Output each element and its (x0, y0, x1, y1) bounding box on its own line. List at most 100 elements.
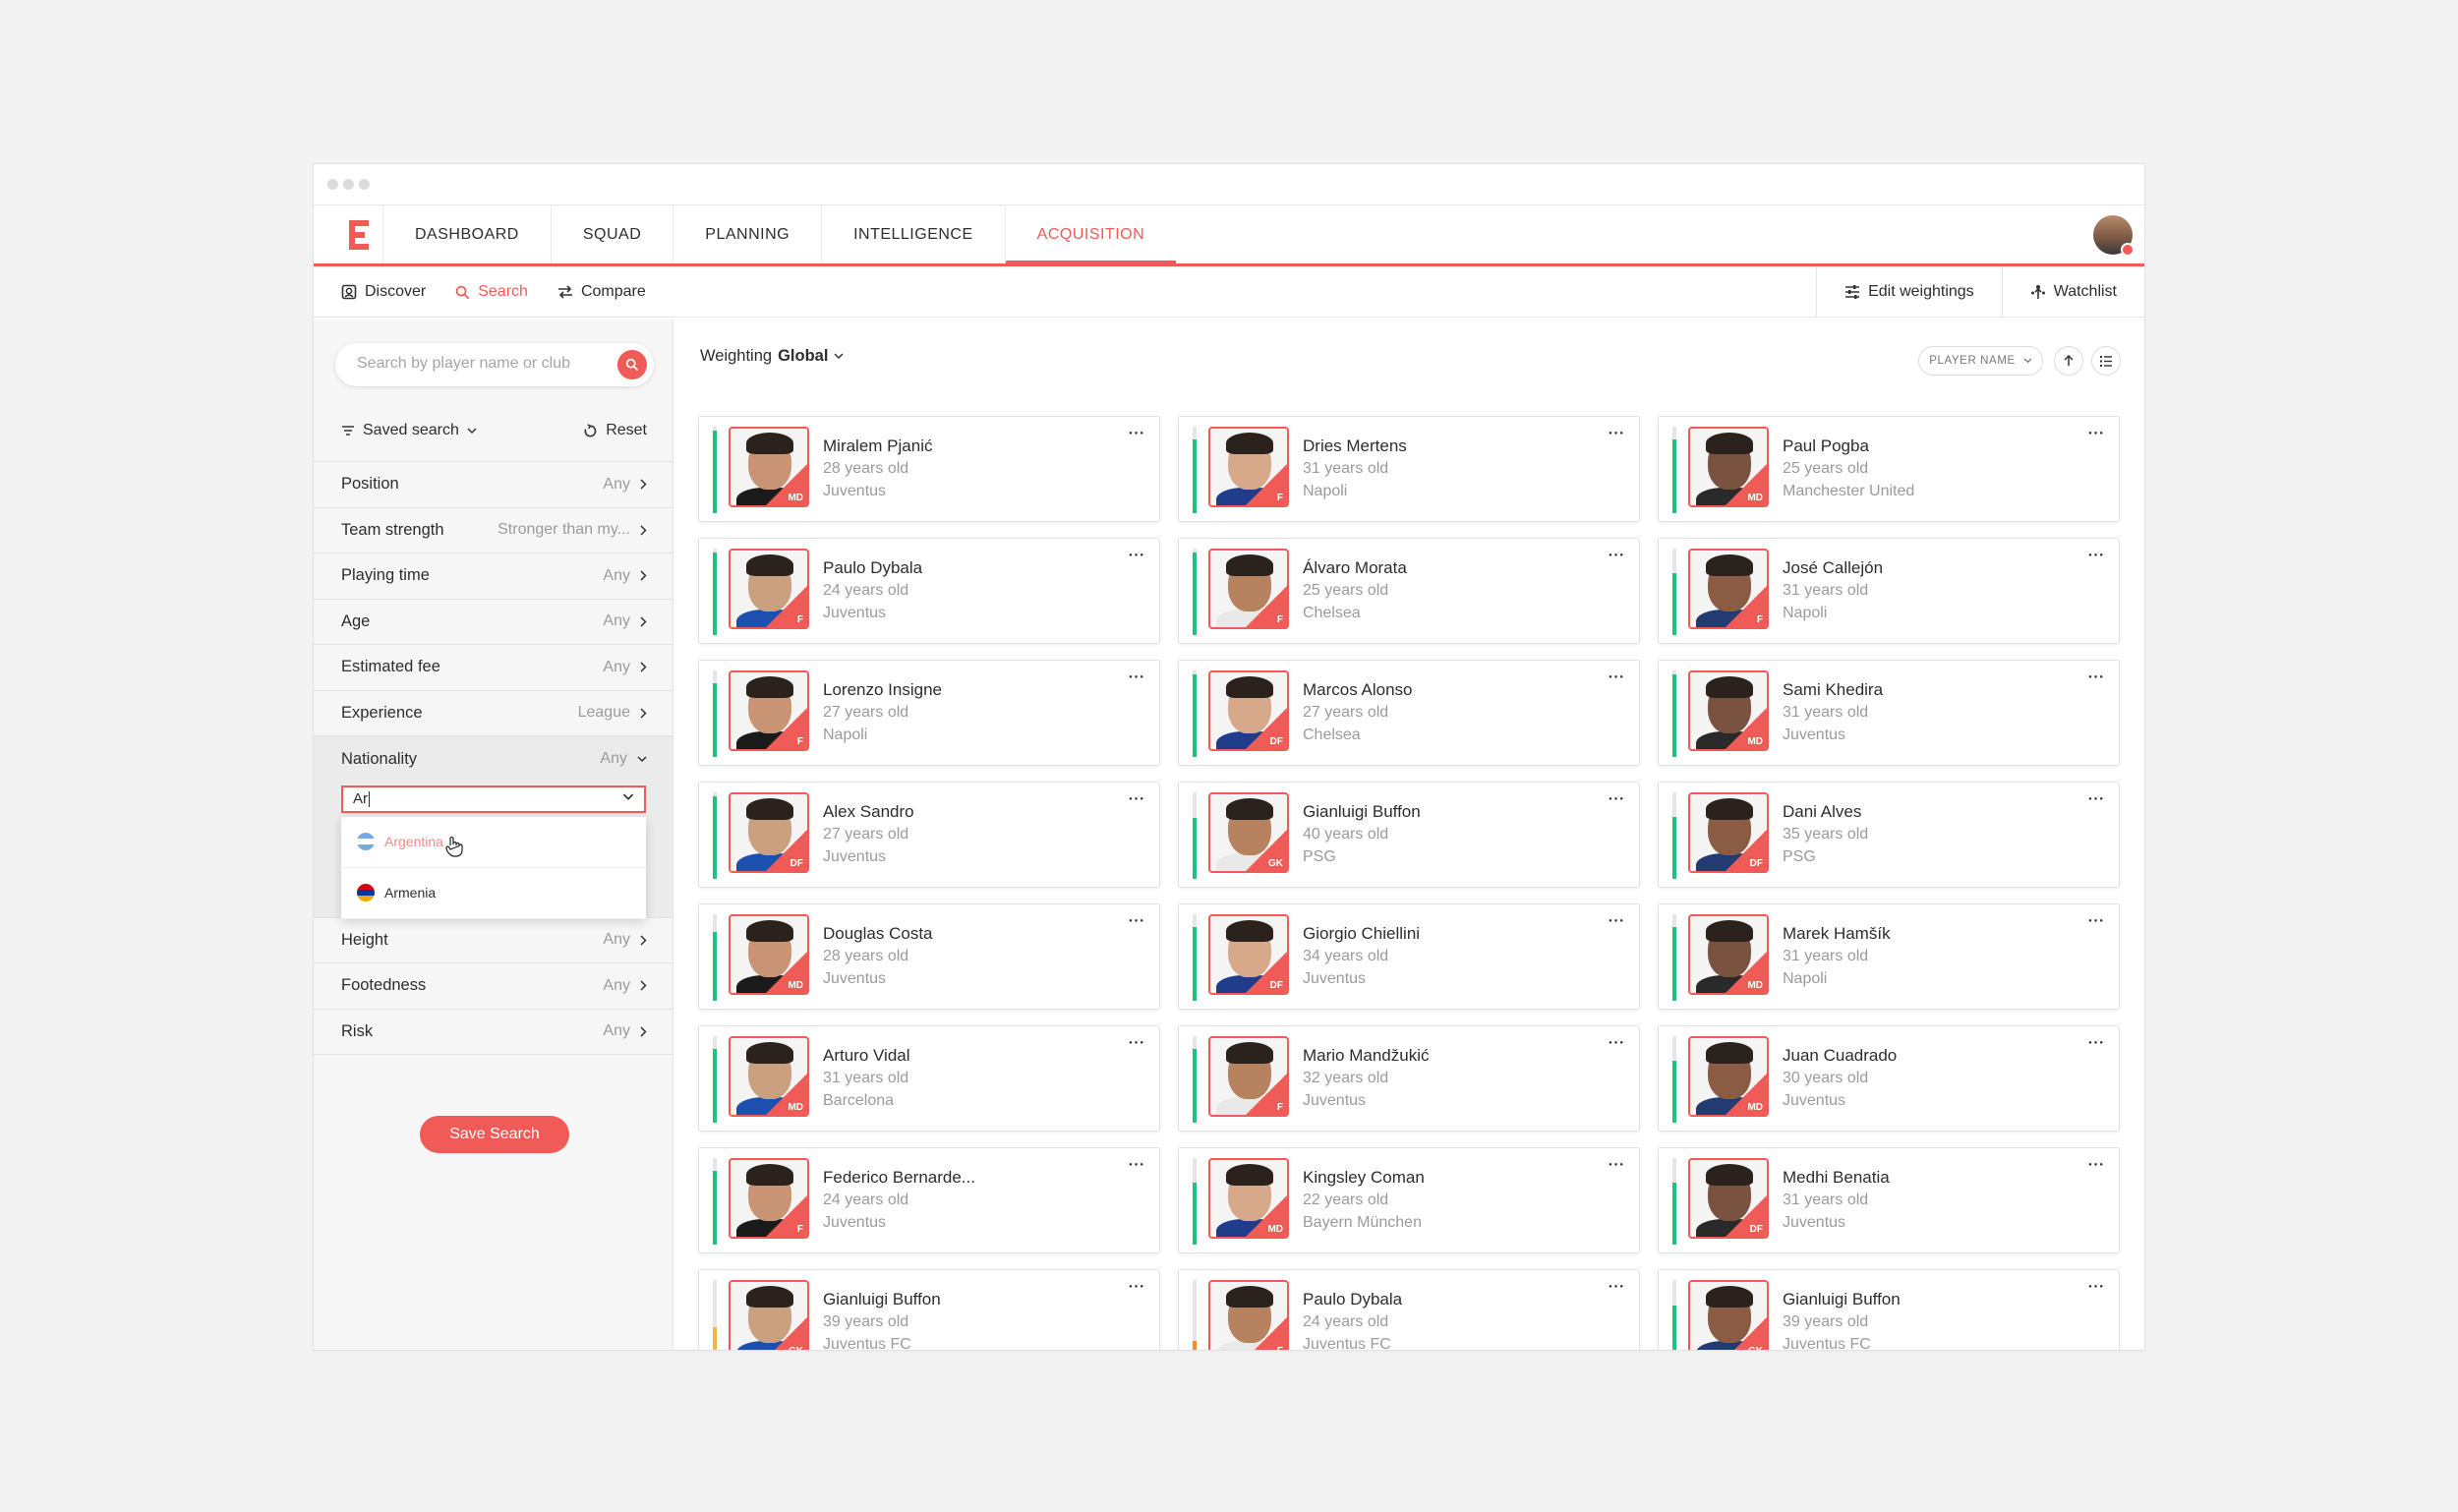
filter-nationality[interactable]: Nationality Any (314, 736, 673, 783)
more-options-icon[interactable]: ●●● (2088, 796, 2105, 802)
player-card[interactable]: MD Douglas Costa 28 years old Juventus ●●● (698, 903, 1160, 1010)
compare-link[interactable]: Compare (557, 283, 646, 301)
player-club: Manchester United (1783, 483, 1915, 499)
player-card[interactable]: F Álvaro Morata 25 years old Chelsea ●●● (1178, 538, 1640, 644)
filter-position[interactable]: Position Any (314, 462, 673, 508)
player-search-input[interactable] (357, 355, 593, 373)
more-options-icon[interactable]: ●●● (1129, 431, 1145, 436)
player-photo: GK (1688, 1280, 1769, 1350)
filter-sidebar: Saved search Reset Position Any Team stren… (314, 320, 673, 1350)
discover-label: Discover (365, 283, 427, 300)
more-options-icon[interactable]: ●●● (1609, 552, 1625, 558)
filter-team-strength[interactable]: Team strength Stronger than my... (314, 508, 673, 553)
filter-playing-time[interactable]: Playing time Any (314, 553, 673, 600)
more-options-icon[interactable]: ●●● (1129, 796, 1145, 802)
sort-direction-button[interactable] (2054, 346, 2083, 376)
nav-tab-planning[interactable]: PLANNING (673, 205, 821, 263)
saved-search-dropdown[interactable]: Saved search (341, 422, 477, 439)
sort-by-dropdown[interactable]: PLAYER NAME (1918, 346, 2043, 376)
more-options-icon[interactable]: ●●● (1129, 1284, 1145, 1290)
more-options-icon[interactable]: ●●● (1609, 674, 1625, 680)
player-club: Barcelona (823, 1092, 895, 1109)
app-logo[interactable] (337, 205, 386, 263)
rating-bar (1193, 549, 1197, 635)
player-age: 35 years old (1783, 826, 1869, 843)
player-card[interactable]: DF Giorgio Chiellini 34 years old Juventus ●… (1178, 903, 1640, 1010)
view-toggle-button[interactable] (2091, 346, 2121, 376)
more-options-icon[interactable]: ●●● (1609, 1162, 1625, 1168)
player-card[interactable]: F Paulo Dybala 24 years old Juventus ●●● (698, 538, 1160, 644)
rating-bar (713, 1280, 717, 1350)
more-options-icon[interactable]: ●●● (2088, 1040, 2105, 1046)
more-options-icon[interactable]: ●●● (1129, 918, 1145, 924)
weighting-selector[interactable]: Weighting Global (700, 347, 844, 366)
player-name: Paulo Dybala (823, 558, 923, 577)
rating-bar (1672, 792, 1676, 879)
player-card[interactable]: GK Gianluigi Buffon 39 years old Juventus F… (1658, 1269, 2120, 1350)
player-card[interactable]: DF Dani Alves 35 years old PSG ●●● (1658, 782, 2120, 888)
watchlist-button[interactable]: Watchlist (2001, 266, 2144, 318)
search-link[interactable]: Search (455, 283, 528, 301)
player-card[interactable]: GK Gianluigi Buffon 40 years old PSG ●●● (1178, 782, 1640, 888)
filter-estimated-fee[interactable]: Estimated fee Any (314, 645, 673, 691)
player-card[interactable]: MD Juan Cuadrado 30 years old Juventus ●●● (1658, 1025, 2120, 1132)
nav-tab-intelligence[interactable]: INTELLIGENCE (821, 205, 1005, 263)
more-options-icon[interactable]: ●●● (1609, 1284, 1625, 1290)
player-card[interactable]: F Dries Mertens 31 years old Napoli ●●● (1178, 416, 1640, 522)
more-options-icon[interactable]: ●●● (1609, 431, 1625, 436)
player-card[interactable]: F Lorenzo Insigne 27 years old Napoli ●●● (698, 660, 1160, 766)
filter-height[interactable]: Height Any (314, 918, 673, 963)
more-options-icon[interactable]: ●●● (2088, 1284, 2105, 1290)
filter-age[interactable]: Age Any (314, 600, 673, 645)
player-card[interactable]: F Mario Mandžukić 32 years old Juventus ●●● (1178, 1025, 1640, 1132)
filter-experience[interactable]: Experience League (314, 691, 673, 736)
player-card[interactable]: MD Arturo Vidal 31 years old Barcelona ●●● (698, 1025, 1160, 1132)
nationality-input[interactable]: Ar (341, 785, 646, 813)
search-submit-button[interactable] (617, 350, 647, 379)
player-age: 27 years old (823, 826, 909, 843)
player-photo: MD (729, 427, 809, 507)
more-options-icon[interactable]: ●●● (1129, 674, 1145, 680)
player-card[interactable]: DF Medhi Benatia 31 years old Juventus ●●● (1658, 1147, 2120, 1253)
player-card[interactable]: F José Callejón 31 years old Napoli ●●● (1658, 538, 2120, 644)
save-search-button[interactable]: Save Search (420, 1116, 569, 1153)
reset-button[interactable]: Reset (583, 422, 647, 439)
player-card[interactable]: MD Paul Pogba 25 years old Manchester Unite… (1658, 416, 2120, 522)
filter-value: Any (603, 1022, 630, 1040)
more-options-icon[interactable]: ●●● (2088, 674, 2105, 680)
more-options-icon[interactable]: ●●● (2088, 1162, 2105, 1168)
player-card[interactable]: DF Alex Sandro 27 years old Juventus ●●● (698, 782, 1160, 888)
player-card[interactable]: MD Sami Khedira 31 years old Juventus ●●● (1658, 660, 2120, 766)
more-options-icon[interactable]: ●●● (1129, 1040, 1145, 1046)
filter-footedness[interactable]: Footedness Any (314, 963, 673, 1010)
results-area: Weighting Global PLAYER NAME MD Miralem P… (673, 320, 2144, 1350)
dropdown-option-argentina[interactable]: Argentina (341, 817, 646, 868)
nav-tab-dashboard[interactable]: DASHBOARD (382, 205, 551, 263)
player-card[interactable]: MD Marek Hamšík 31 years old Napoli ●●● (1658, 903, 2120, 1010)
filter-risk[interactable]: Risk Any (314, 1010, 673, 1055)
more-options-icon[interactable]: ●●● (1129, 552, 1145, 558)
dropdown-option-armenia[interactable]: Armenia (341, 868, 646, 919)
chevron-down-icon[interactable] (622, 793, 634, 801)
more-options-icon[interactable]: ●●● (1609, 796, 1625, 802)
player-photo: DF (1688, 1158, 1769, 1239)
user-avatar[interactable] (2093, 215, 2135, 257)
player-club: Juventus FC (1783, 1336, 1871, 1350)
player-card[interactable]: F Paulo Dybala 24 years old Juventus FC ●●● (1178, 1269, 1640, 1350)
more-options-icon[interactable]: ●●● (2088, 552, 2105, 558)
discover-link[interactable]: Discover (341, 283, 426, 301)
nav-tab-squad[interactable]: SQUAD (550, 205, 673, 263)
player-card[interactable]: MD Miralem Pjanić 28 years old Juventus ●●● (698, 416, 1160, 522)
more-options-icon[interactable]: ●●● (1129, 1162, 1145, 1168)
player-card[interactable]: DF Marcos Alonso 27 years old Chelsea ●●● (1178, 660, 1640, 766)
player-card[interactable]: GK Gianluigi Buffon 39 years old Juventus F… (698, 1269, 1160, 1350)
more-options-icon[interactable]: ●●● (2088, 918, 2105, 924)
edit-weightings-button[interactable]: Edit weightings (1816, 266, 2002, 318)
player-card[interactable]: F Federico Bernarde... 24 years old Juventu… (698, 1147, 1160, 1253)
more-options-icon[interactable]: ●●● (1609, 1040, 1625, 1046)
nav-tab-acquisition[interactable]: ACQUISITION (1004, 205, 1177, 264)
player-club: Napoli (1783, 970, 1828, 987)
more-options-icon[interactable]: ●●● (2088, 431, 2105, 436)
player-card[interactable]: MD Kingsley Coman 22 years old Bayern Münch… (1178, 1147, 1640, 1253)
more-options-icon[interactable]: ●●● (1609, 918, 1625, 924)
